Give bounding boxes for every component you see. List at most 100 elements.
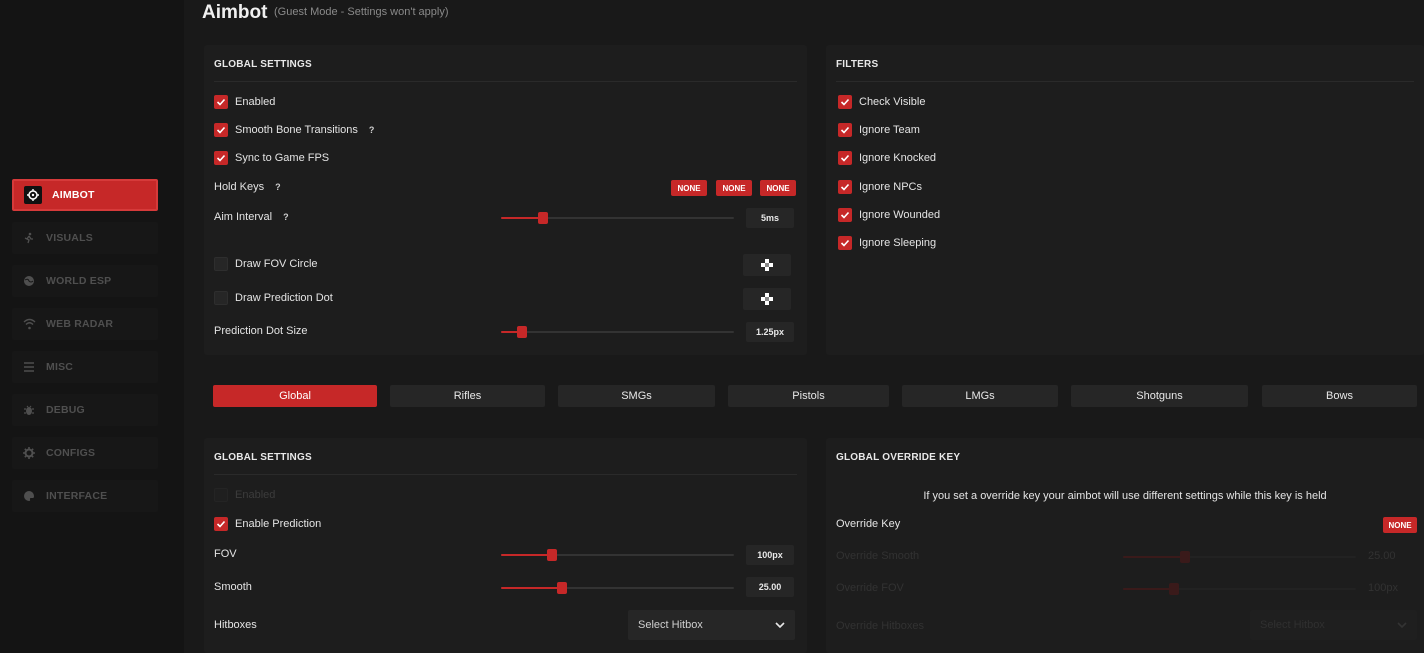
weapon-enabled-row[interactable]: Enabled (214, 488, 275, 502)
tab-bows[interactable]: Bows (1262, 385, 1417, 407)
smooth-bone-label: Smooth Bone Transitions (235, 124, 358, 136)
checkbox[interactable] (838, 123, 852, 137)
running-figure-icon (22, 231, 36, 245)
filter-ignore-team[interactable]: Ignore Team (838, 123, 920, 137)
slider-thumb[interactable] (1180, 551, 1190, 563)
sidebar-item-web-radar[interactable]: WEB RADAR (12, 308, 158, 340)
filter-ignore-npcs[interactable]: Ignore NPCs (838, 180, 922, 194)
sidebar-item-misc[interactable]: MISC (12, 351, 158, 383)
draw-pred-row[interactable]: Draw Prediction Dot (214, 291, 333, 305)
tab-shotguns[interactable]: Shotguns (1071, 385, 1248, 407)
sidebar-item-debug[interactable]: DEBUG (12, 394, 158, 426)
tab-rifles[interactable]: Rifles (390, 385, 545, 407)
override-fov-label: Override FOV (836, 582, 904, 594)
fov-color-picker[interactable] (743, 254, 791, 276)
filter-ignore-sleeping[interactable]: Ignore Sleeping (838, 236, 936, 250)
checkmark-icon (840, 239, 850, 247)
pred-size-row: Prediction Dot Size (214, 325, 308, 337)
override-hitbox-select[interactable]: Select Hitbox (1250, 610, 1417, 640)
sync-fps-checkbox[interactable] (214, 151, 228, 165)
sidebar-item-interface[interactable]: INTERFACE (12, 480, 158, 512)
hold-key-2-button[interactable]: NONE (716, 180, 752, 196)
enable-prediction-row[interactable]: Enable Prediction (214, 517, 321, 531)
enabled-checkbox-row[interactable]: Enabled (214, 95, 275, 109)
chevron-down-icon (1397, 622, 1407, 628)
draw-fov-row[interactable]: Draw FOV Circle (214, 257, 318, 271)
weapon-enabled-checkbox[interactable] (214, 488, 228, 502)
smooth-slider[interactable] (501, 582, 734, 594)
fov-slider[interactable] (501, 549, 734, 561)
pred-color-picker[interactable] (743, 288, 791, 310)
slider-thumb[interactable] (557, 582, 567, 594)
draw-pred-checkbox[interactable] (214, 291, 228, 305)
slider-thumb[interactable] (538, 212, 548, 224)
override-smooth-slider[interactable] (1123, 551, 1356, 563)
hitbox-select[interactable]: Select Hitbox (628, 610, 795, 640)
help-icon[interactable]: ? (283, 212, 289, 222)
smooth-bone-row[interactable]: Smooth Bone Transitions ? (214, 123, 374, 137)
draw-fov-label: Draw FOV Circle (235, 258, 318, 270)
slider-fill (1123, 588, 1174, 590)
divider (214, 81, 797, 82)
aim-interval-slider[interactable] (501, 212, 734, 224)
pred-size-slider[interactable] (501, 326, 734, 338)
global-settings-panel: GLOBAL SETTINGS Enabled Smooth Bone Tran… (204, 45, 807, 355)
checkbox[interactable] (838, 236, 852, 250)
draw-fov-checkbox[interactable] (214, 257, 228, 271)
sidebar-item-label: MISC (46, 361, 74, 373)
sidebar-item-label: AIMBOT (52, 189, 95, 201)
checkmark-icon (840, 126, 850, 134)
sidebar-item-aimbot[interactable]: AIMBOT (12, 179, 158, 211)
filter-ignore-wounded[interactable]: Ignore Wounded (838, 208, 940, 222)
filter-label: Ignore Wounded (859, 209, 941, 221)
weapon-enabled-label: Enabled (235, 489, 276, 501)
filter-label: Ignore Team (859, 124, 920, 136)
smooth-label: Smooth (214, 581, 252, 593)
smooth-bone-checkbox[interactable] (214, 123, 228, 137)
filter-label: Ignore Knocked (859, 152, 937, 164)
fov-value[interactable]: 100px (746, 545, 794, 565)
enabled-label: Enabled (235, 96, 276, 108)
sidebar-item-configs[interactable]: CONFIGS (12, 437, 158, 469)
checkbox[interactable] (838, 208, 852, 222)
slider-thumb[interactable] (1169, 583, 1179, 595)
sidebar-item-label: CONFIGS (46, 447, 96, 459)
page-subtitle: (Guest Mode - Settings won't apply) (274, 6, 449, 18)
override-fov-slider[interactable] (1123, 583, 1356, 595)
pred-size-value[interactable]: 1.25px (746, 322, 794, 342)
override-key-label: Override Key (836, 518, 901, 530)
checkbox[interactable] (838, 151, 852, 165)
filter-check-visible[interactable]: Check Visible (838, 95, 925, 109)
enabled-checkbox[interactable] (214, 95, 228, 109)
checkmark-icon (216, 520, 226, 528)
gear-icon (22, 446, 36, 460)
tab-pistols[interactable]: Pistols (728, 385, 889, 407)
filter-ignore-knocked[interactable]: Ignore Knocked (838, 151, 936, 165)
checkbox[interactable] (838, 95, 852, 109)
tab-lmgs[interactable]: LMGs (902, 385, 1058, 407)
sidebar-item-world-esp[interactable]: WORLD ESP (12, 265, 158, 297)
chevron-down-icon (775, 622, 785, 628)
help-icon[interactable]: ? (369, 125, 375, 135)
checkmark-icon (216, 98, 226, 106)
hold-key-3-button[interactable]: NONE (760, 180, 796, 196)
checkbox[interactable] (838, 180, 852, 194)
slider-thumb[interactable] (547, 549, 557, 561)
panel-title: GLOBAL SETTINGS (214, 452, 312, 463)
override-info-text: If you set a override key your aimbot wi… (923, 490, 1327, 502)
tab-smgs[interactable]: SMGs (558, 385, 715, 407)
tab-global[interactable]: Global (213, 385, 377, 407)
hold-key-1-button[interactable]: NONE (671, 180, 707, 196)
smooth-value[interactable]: 25.00 (746, 577, 794, 597)
filter-label: Ignore Sleeping (859, 237, 937, 249)
aim-interval-label: Aim Interval (214, 211, 273, 223)
help-icon[interactable]: ? (275, 182, 281, 192)
aim-interval-value[interactable]: 5ms (746, 208, 794, 228)
filter-label: Ignore NPCs (859, 181, 922, 193)
sync-fps-row[interactable]: Sync to Game FPS (214, 151, 329, 165)
weapon-settings-panel: GLOBAL SETTINGS Enabled Enable Predictio… (204, 438, 807, 653)
override-key-button[interactable]: NONE (1383, 517, 1417, 533)
enable-prediction-checkbox[interactable] (214, 517, 228, 531)
sidebar-item-visuals[interactable]: VISUALS (12, 222, 158, 254)
slider-thumb[interactable] (517, 326, 527, 338)
